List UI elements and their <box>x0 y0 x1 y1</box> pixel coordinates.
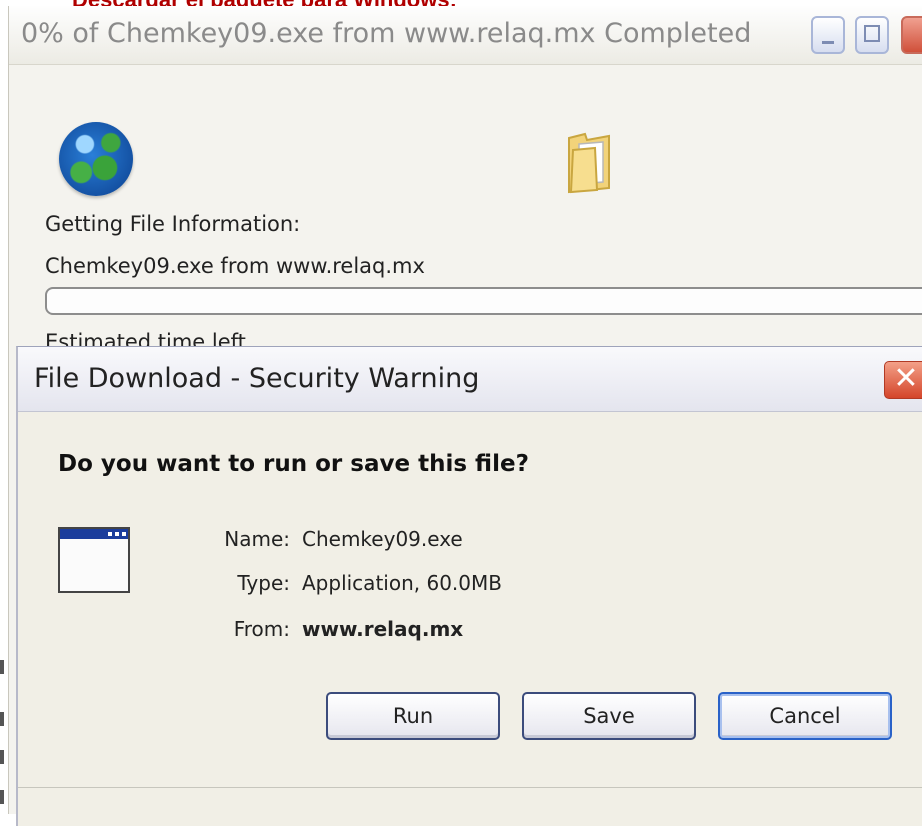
globe-icon <box>59 122 133 196</box>
security-warning-dialog: File Download - Security Warning ✕ Do yo… <box>16 346 922 826</box>
save-button[interactable]: Save <box>522 692 696 740</box>
run-button[interactable]: Run <box>326 692 500 740</box>
folder-icon <box>568 132 610 194</box>
from-label: From: <box>233 617 290 641</box>
cancel-button[interactable]: Cancel <box>718 692 892 740</box>
from-value: www.relaq.mx <box>302 617 464 641</box>
maximize-button[interactable] <box>855 16 889 54</box>
edge-artifact <box>0 750 4 764</box>
close-icon: ✕ <box>893 361 919 396</box>
dialog-question: Do you want to run or save this file? <box>58 451 529 477</box>
progress-close-button[interactable] <box>901 16 922 54</box>
minimize-button[interactable] <box>811 16 845 54</box>
edge-artifact <box>0 790 4 804</box>
file-source-label: Chemkey09.exe from www.relaq.mx <box>45 254 425 278</box>
name-value: Chemkey09.exe <box>302 527 463 551</box>
edge-artifact <box>0 660 4 674</box>
type-label: Type: <box>237 571 290 595</box>
dialog-close-button[interactable]: ✕ <box>884 361 922 399</box>
progress-window-titlebar[interactable]: 0% of Chemkey09.exe from www.relaq.mx Co… <box>9 6 922 65</box>
name-label: Name: <box>224 527 290 551</box>
dialog-titlebar[interactable]: File Download - Security Warning ✕ <box>18 347 922 412</box>
application-window-icon <box>58 527 130 593</box>
type-value: Application, 60.0MB <box>302 571 502 595</box>
progress-window-title: 0% of Chemkey09.exe from www.relaq.mx Co… <box>21 18 752 49</box>
edge-artifact <box>0 712 4 726</box>
dialog-title: File Download - Security Warning <box>34 363 480 394</box>
getting-info-label: Getting File Information: <box>45 212 301 236</box>
download-progress-bar <box>45 287 922 315</box>
dialog-divider <box>18 787 922 788</box>
